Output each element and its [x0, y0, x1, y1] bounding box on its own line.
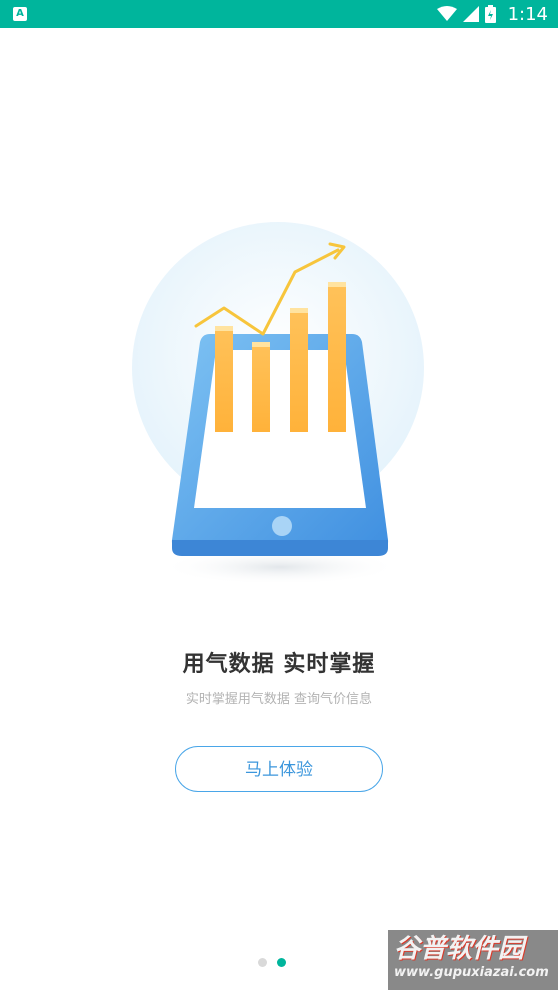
wifi-icon [436, 6, 457, 21]
chart-bar [328, 282, 346, 432]
status-right-cluster: 1:14 [436, 0, 548, 28]
chart-bar [252, 342, 270, 432]
status-bar: A 1:14 [0, 0, 558, 28]
page-indicator [258, 958, 286, 967]
chart-bar [215, 326, 233, 432]
onboarding-subtitle: 实时掌握用气数据 查询气价信息 [185, 692, 373, 707]
onboarding-screen: A 1:14 用气数据 实时掌握 实时掌握用气数据 查询气价信息 马上体验 谷普… [0, 0, 558, 990]
status-time: 1:14 [507, 3, 548, 25]
chart-bar-top [328, 282, 346, 287]
chart-bar-top [252, 342, 270, 347]
signal-icon [462, 6, 479, 22]
onboarding-title: 用气数据 实时掌握 [182, 652, 376, 677]
battery-icon [484, 5, 496, 23]
page-dot-active[interactable] [277, 958, 286, 967]
tablet-chart-illustration [132, 222, 424, 582]
chart-bar [290, 308, 308, 432]
tablet-base-edge [172, 540, 388, 556]
notification-app-icon: A [13, 7, 27, 21]
tablet-home-button [272, 516, 292, 536]
chart-bar-top [215, 326, 233, 331]
watermark-brand: 谷普软件园 [394, 934, 525, 964]
watermark-url: www.gupuxiazai.com [394, 965, 549, 980]
chart-bar-top [290, 308, 308, 313]
watermark: 谷普软件园 www.gupuxiazai.com [388, 930, 558, 990]
try-now-button[interactable]: 马上体验 [175, 746, 383, 792]
page-dot-inactive[interactable] [258, 958, 267, 967]
